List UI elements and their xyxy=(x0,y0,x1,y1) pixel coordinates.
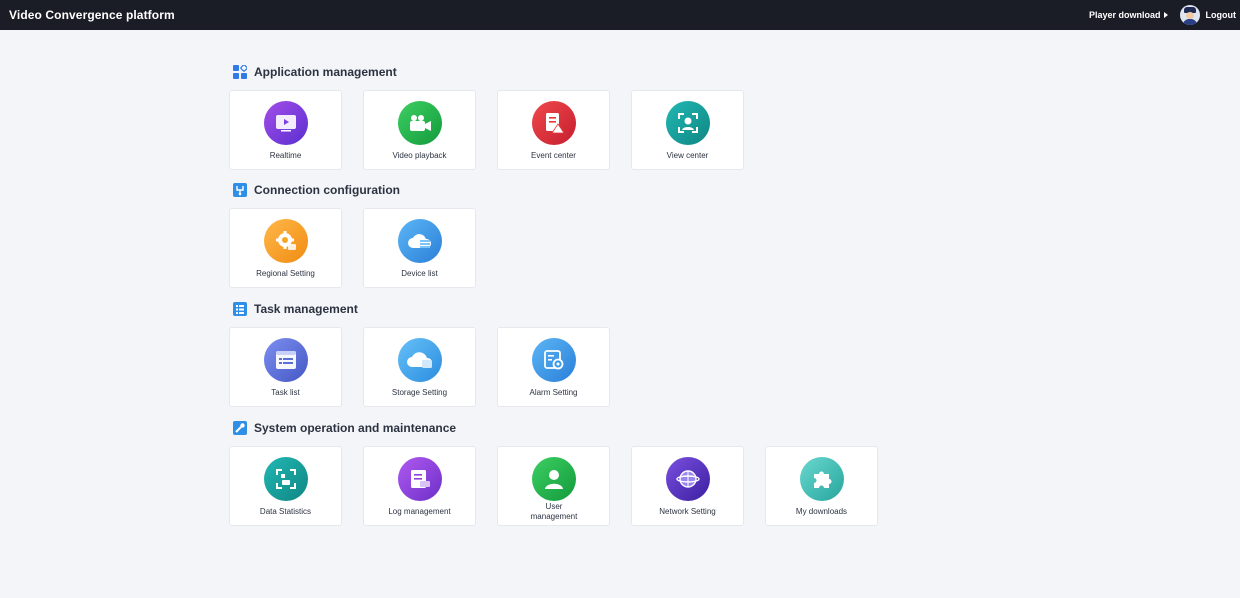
section-title-application-management: Application management xyxy=(233,64,397,80)
alarm-settings-icon xyxy=(532,338,576,382)
section-title-text: Application management xyxy=(254,65,397,79)
app-tile-task-list[interactable]: Task list xyxy=(229,327,342,407)
log-document-icon xyxy=(398,457,442,501)
tile-label: View center xyxy=(666,151,709,160)
cloud-storage-icon xyxy=(398,338,442,382)
face-scan-icon xyxy=(666,101,710,145)
app-tile-device-list[interactable]: Device list xyxy=(363,208,476,288)
section-title-text: System operation and maintenance xyxy=(254,421,457,435)
app-tile-event-center[interactable]: Event center xyxy=(497,90,610,170)
app-tile-alarm-setting[interactable]: Alarm Setting xyxy=(497,327,610,407)
tile-label: Alarm Setting xyxy=(529,388,578,397)
app-tile-my-downloads[interactable]: My downloads xyxy=(765,446,878,526)
player-download-label: Player download xyxy=(1088,10,1161,20)
data-statistics-icon xyxy=(264,457,308,501)
tile-label: Device list xyxy=(401,269,438,278)
tile-label: Log management xyxy=(388,507,451,516)
connection-icon xyxy=(233,183,247,197)
app-title: Video Convergence platform xyxy=(9,8,175,22)
user-icon xyxy=(532,457,576,501)
section-title-text: Connection configuration xyxy=(254,183,400,197)
player-download-link[interactable]: Player download xyxy=(1089,10,1168,20)
puzzle-icon xyxy=(800,457,844,501)
tile-label: User management xyxy=(530,502,578,521)
tile-label: Video playback xyxy=(392,151,447,160)
avatar[interactable] xyxy=(1179,5,1200,25)
tile-label: Regional Setting xyxy=(256,269,315,278)
section-title-system-operation: System operation and maintenance xyxy=(233,420,456,436)
logout-link[interactable]: Logout xyxy=(1206,10,1237,20)
section-title-connection-configuration: Connection configuration xyxy=(233,182,400,198)
tile-label: Task list xyxy=(271,388,300,397)
top-right-actions: Player download Logout xyxy=(1089,5,1236,25)
wrench-icon xyxy=(233,421,247,435)
gear-icon xyxy=(264,219,308,263)
network-globe-icon xyxy=(666,457,710,501)
section-title-task-management: Task management xyxy=(233,301,358,317)
caret-right-icon xyxy=(1163,12,1168,18)
play-screen-icon xyxy=(264,101,308,145)
tile-label: Event center xyxy=(531,151,576,160)
app-tile-video-playback[interactable]: Video playback xyxy=(363,90,476,170)
app-tile-user-management[interactable]: User management xyxy=(497,446,610,526)
task-board-icon xyxy=(233,302,247,316)
section-title-text: Task management xyxy=(254,302,358,316)
app-tile-storage-setting[interactable]: Storage Setting xyxy=(363,327,476,407)
app-tile-regional-setting[interactable]: Regional Setting xyxy=(229,208,342,288)
tile-label: Storage Setting xyxy=(391,388,448,397)
apps-grid-icon xyxy=(233,65,247,79)
app-tile-log-management[interactable]: Log management xyxy=(363,446,476,526)
document-alert-icon xyxy=(532,101,576,145)
tile-label: Network Setting xyxy=(659,507,716,516)
task-list-icon xyxy=(264,338,308,382)
tile-label: My downloads xyxy=(795,507,848,516)
app-tile-network-setting[interactable]: Network Setting xyxy=(631,446,744,526)
cloud-device-icon xyxy=(398,219,442,263)
video-camera-icon xyxy=(398,101,442,145)
app-tile-view-center[interactable]: View center xyxy=(631,90,744,170)
app-tile-data-statistics[interactable]: Data Statistics xyxy=(229,446,342,526)
tile-label: Data Statistics xyxy=(259,507,312,516)
top-bar: Video Convergence platform Player downlo… xyxy=(0,0,1240,30)
tile-label: Realtime xyxy=(269,151,302,160)
app-tile-realtime[interactable]: Realtime xyxy=(229,90,342,170)
